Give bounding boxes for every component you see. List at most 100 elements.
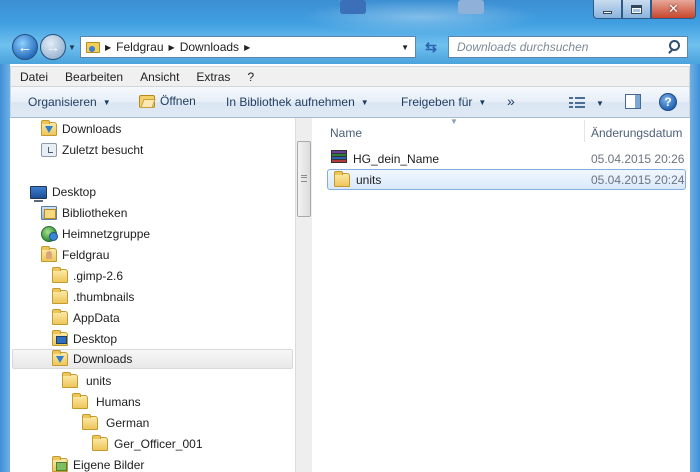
change-view-button[interactable]: ▼ — [569, 97, 604, 109]
nav-item-humans[interactable]: Humans — [72, 392, 141, 412]
back-arrow-icon: ← — [17, 38, 33, 56]
column-divider[interactable] — [584, 120, 585, 142]
maximize-icon — [631, 4, 642, 14]
chevron-down-icon: ▼ — [360, 97, 369, 107]
refresh-button[interactable]: ⇆ — [418, 36, 444, 58]
homegroup-icon — [41, 226, 58, 242]
open-label: Öffnen — [160, 94, 196, 108]
nav-item-desktop-folder[interactable]: Desktop — [52, 329, 117, 349]
nav-item-label: Bibliotheken — [62, 206, 128, 220]
nav-item-downloads-favorite[interactable]: Downloads — [41, 119, 121, 139]
nav-item-ger-officer[interactable]: Ger_Officer_001 — [92, 434, 203, 454]
organize-button[interactable]: Organisieren ▼ — [28, 95, 111, 109]
file-row-units[interactable]: units 05.04.2015 20:24 — [327, 169, 686, 190]
nav-item-label: units — [86, 374, 112, 388]
menu-ansicht[interactable]: Ansicht — [131, 70, 187, 84]
search-input[interactable] — [457, 40, 665, 54]
address-history-dropdown[interactable]: ▼ — [401, 43, 409, 52]
caption-buttons: ✕ — [593, 0, 696, 19]
breadcrumb-separator[interactable]: ▶ — [105, 43, 111, 52]
downloads-folder-icon — [86, 41, 100, 53]
desktop-shortcut-icon — [458, 0, 484, 14]
nav-item-german[interactable]: German — [82, 413, 149, 433]
search-icon[interactable] — [665, 38, 683, 56]
breadcrumb-separator[interactable]: ▶ — [244, 43, 250, 52]
window-right-border — [690, 64, 700, 472]
minimize-button[interactable] — [593, 0, 622, 19]
preview-pane-icon[interactable] — [625, 94, 641, 109]
nav-item-label: Humans — [96, 395, 141, 409]
nav-item-label: Eigene Bilder — [73, 458, 145, 472]
menu-help[interactable]: ? — [238, 70, 262, 84]
breadcrumb-separator[interactable]: ▶ — [169, 43, 175, 52]
file-name: units — [356, 172, 382, 187]
command-bar: Organisieren ▼ Öffnen In Bibliothek aufn… — [10, 87, 690, 118]
file-date: 05.04.2015 20:26 — [591, 151, 685, 166]
nav-item-eigene-bilder[interactable]: Eigene Bilder — [52, 455, 144, 472]
file-row-hg-dein-name[interactable]: HG_dein_Name 05.04.2015 20:26 — [327, 148, 686, 169]
frame-glow — [300, 0, 540, 34]
column-header-name[interactable]: Name — [330, 122, 362, 144]
nav-item-gimp[interactable]: .gimp-2.6 — [52, 266, 123, 286]
nav-item-units[interactable]: units — [62, 371, 111, 391]
minimize-icon — [603, 10, 612, 14]
folder-icon — [52, 288, 68, 304]
nav-item-thumbnails[interactable]: .thumbnails — [52, 287, 134, 307]
folder-icon — [334, 170, 350, 187]
nav-item-libraries[interactable]: Bibliotheken — [41, 203, 127, 223]
recent-places-icon — [41, 143, 57, 157]
search-box[interactable] — [448, 36, 688, 58]
back-button[interactable]: ← — [12, 34, 38, 60]
folder-icon — [52, 309, 68, 325]
forward-arrow-icon: → — [45, 38, 61, 56]
nav-item-label: AppData — [73, 311, 120, 325]
recent-pages-dropdown[interactable]: ▼ — [68, 43, 76, 52]
help-icon[interactable]: ? — [659, 93, 677, 111]
menu-bar: Datei Bearbeiten Ansicht Extras ? — [10, 66, 690, 87]
share-with-button[interactable]: Freigeben für ▼ — [401, 95, 486, 109]
window-left-border — [0, 64, 10, 472]
nav-item-downloads-selected[interactable]: Downloads — [12, 349, 293, 369]
scrollbar-thumb[interactable] — [297, 141, 311, 217]
forward-button[interactable]: → — [40, 34, 66, 60]
open-button[interactable]: Öffnen — [139, 94, 196, 108]
menu-bearbeiten[interactable]: Bearbeiten — [56, 70, 131, 84]
menu-datei[interactable]: Datei — [11, 70, 56, 84]
nav-item-feldgrau[interactable]: Feldgrau — [41, 245, 109, 265]
menu-extras[interactable]: Extras — [187, 70, 238, 84]
close-icon: ✕ — [668, 1, 679, 17]
column-header-date[interactable]: Änderungsdatum — [591, 122, 682, 144]
breadcrumb-feldgrau[interactable]: Feldgrau — [116, 40, 163, 54]
folder-icon — [52, 267, 68, 283]
folder-icon — [72, 393, 88, 409]
refresh-icon: ⇆ — [425, 38, 437, 55]
file-name: HG_dein_Name — [353, 151, 440, 166]
close-button[interactable]: ✕ — [651, 0, 696, 19]
nav-item-label: Heimnetzgruppe — [62, 227, 151, 241]
more-commands-button[interactable]: » — [507, 93, 515, 109]
include-in-library-button[interactable]: In Bibliothek aufnehmen ▼ — [226, 95, 369, 109]
navigation-scrollbar[interactable] — [295, 118, 312, 472]
address-bar[interactable]: ▶ Feldgrau ▶ Downloads ▶ ▼ — [80, 36, 416, 58]
nav-item-label: Downloads — [62, 122, 122, 136]
pictures-folder-icon — [52, 456, 68, 472]
nav-item-label: German — [106, 416, 150, 430]
maximize-button[interactable] — [622, 0, 651, 19]
winrar-archive-icon — [331, 149, 347, 167]
nav-item-recent-places[interactable]: Zuletzt besucht — [41, 140, 143, 160]
folder-icon — [92, 435, 108, 451]
folder-icon — [82, 414, 98, 430]
folder-icon — [62, 372, 78, 388]
nav-item-label: .thumbnails — [73, 290, 135, 304]
nav-item-desktop[interactable]: Desktop — [30, 182, 96, 202]
nav-item-homegroup[interactable]: Heimnetzgruppe — [41, 224, 150, 244]
nav-item-appdata[interactable]: AppData — [52, 308, 120, 328]
desktop-folder-icon — [52, 330, 68, 346]
nav-item-label: .gimp-2.6 — [73, 269, 124, 283]
navigation-pane: Downloads Zuletzt besucht Desktop Biblio… — [10, 118, 295, 472]
downloads-folder-icon — [41, 120, 57, 136]
desktop-icon — [30, 185, 47, 202]
file-date: 05.04.2015 20:24 — [591, 172, 685, 187]
breadcrumb-downloads[interactable]: Downloads — [180, 40, 239, 54]
nav-item-label: Downloads — [73, 352, 133, 366]
